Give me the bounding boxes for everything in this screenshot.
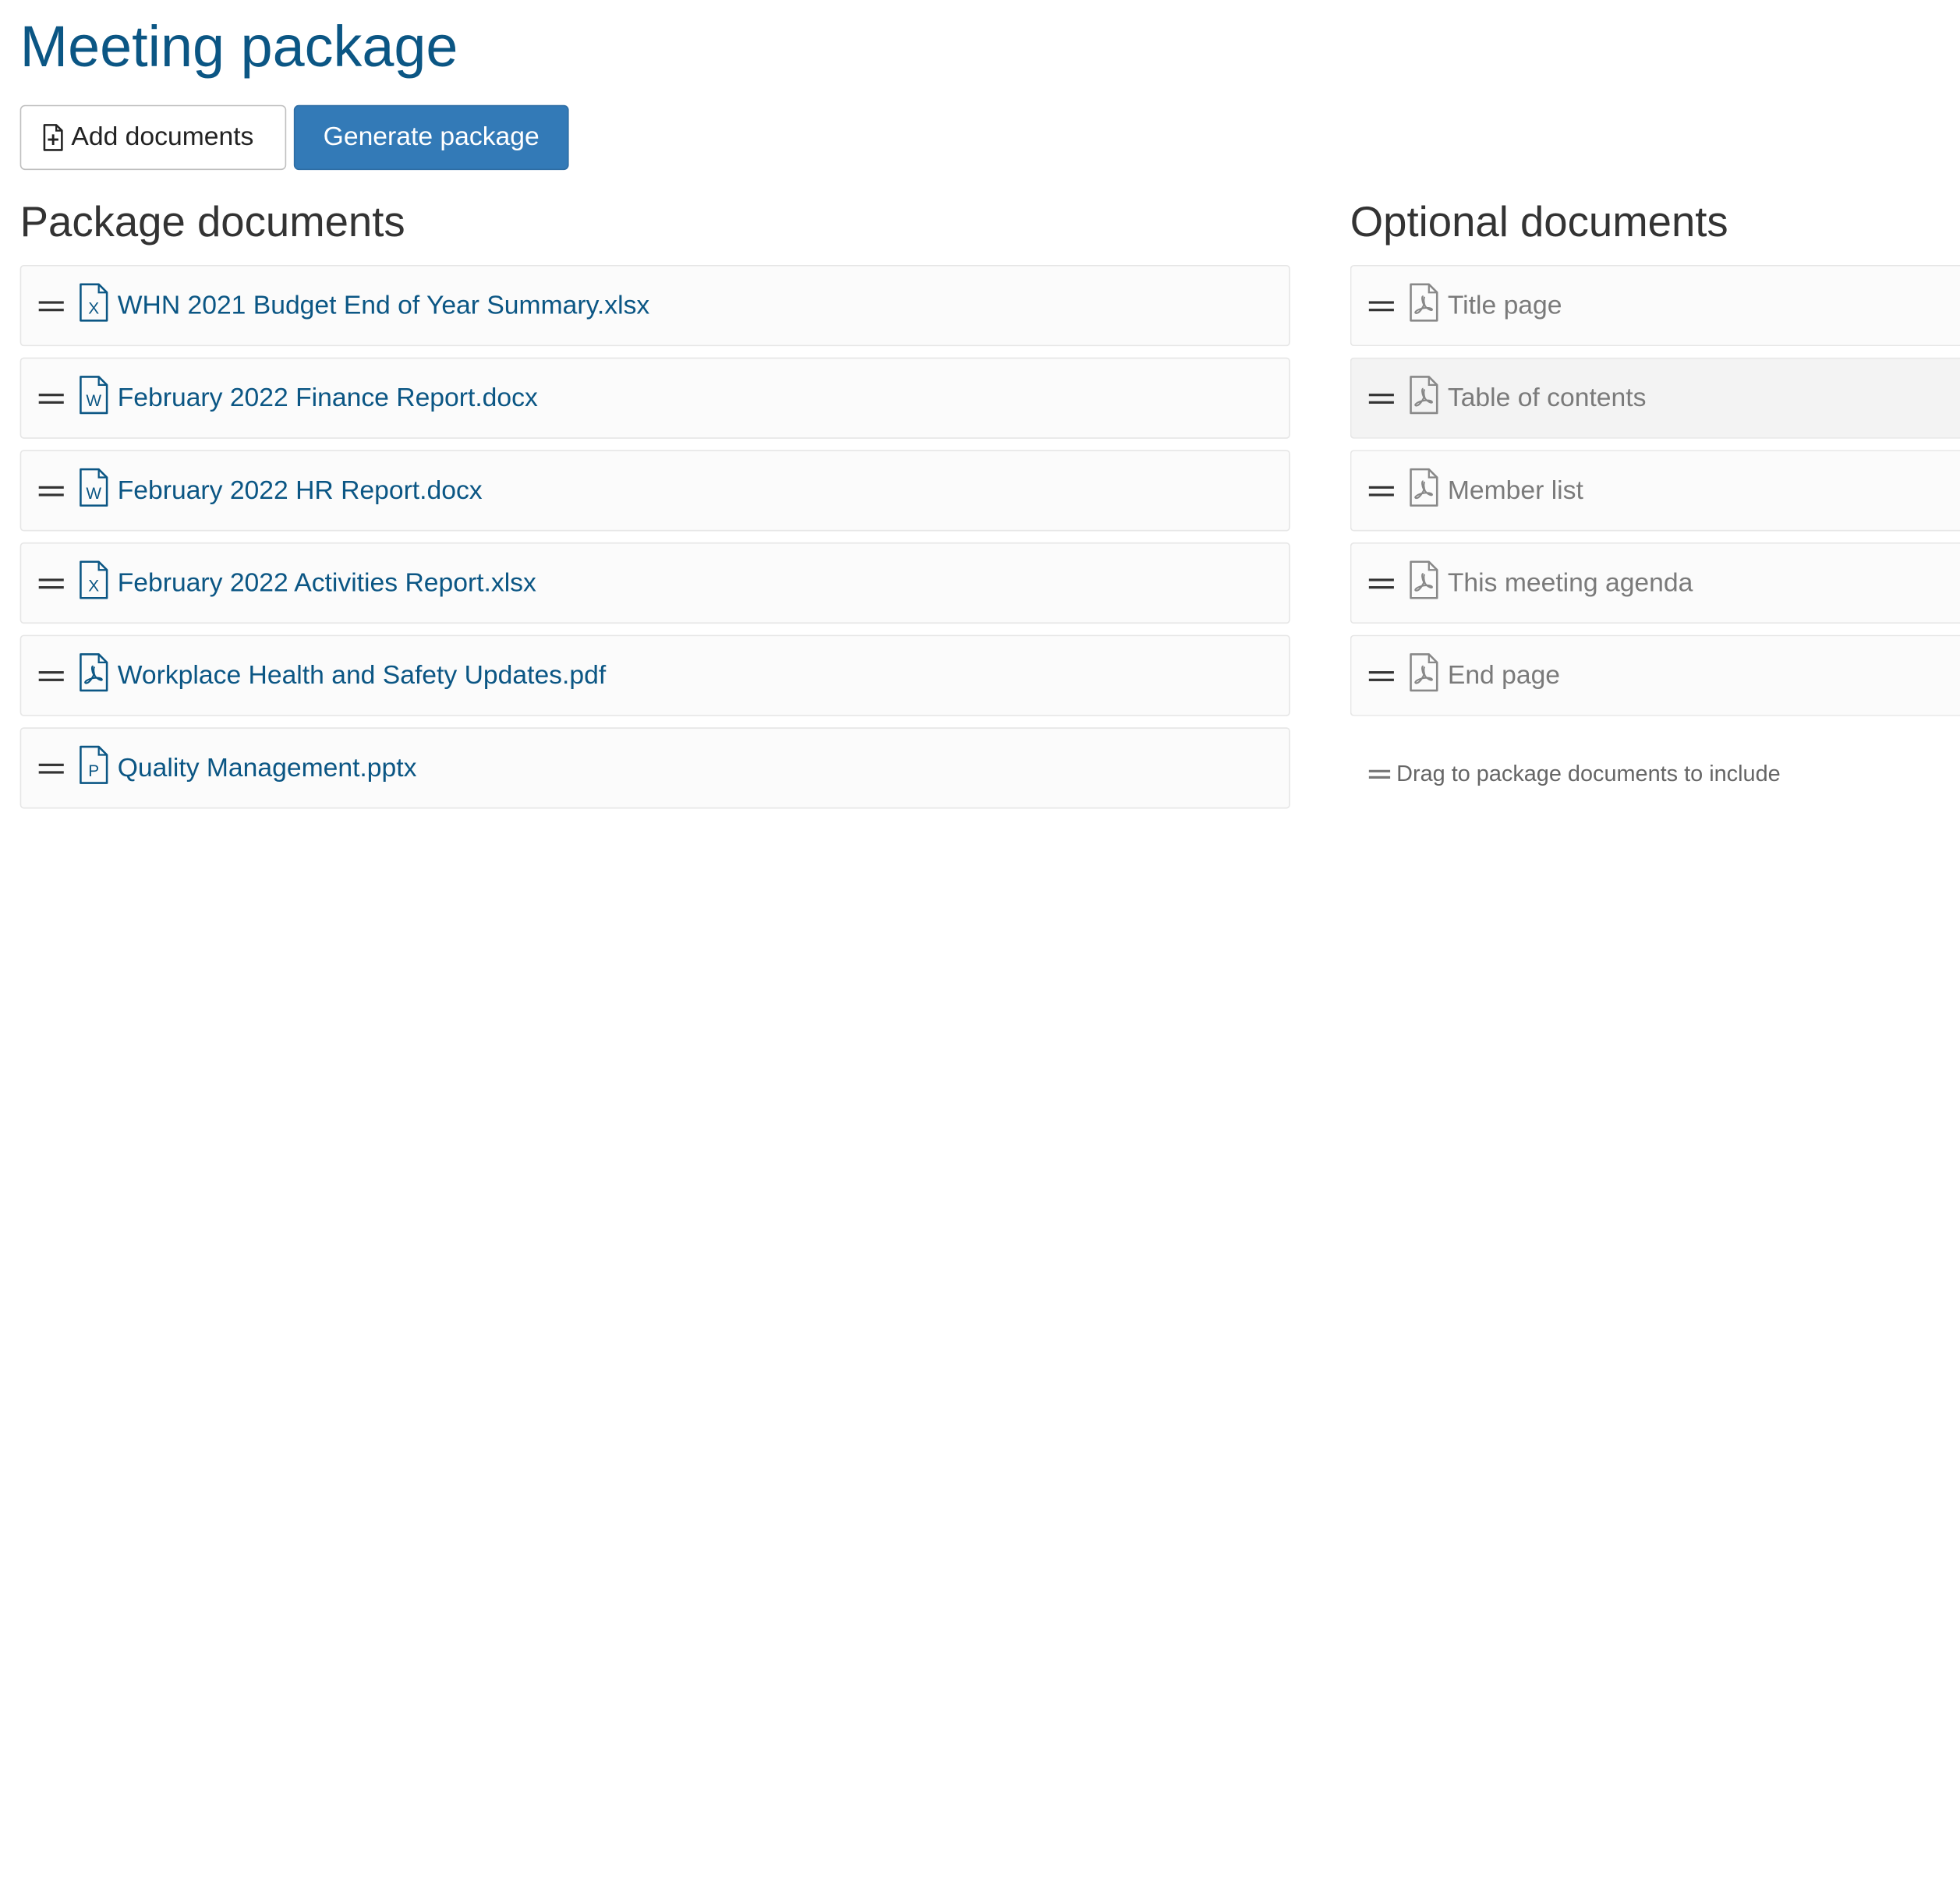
optional-document-item[interactable]: Member list <box>1350 450 1960 532</box>
drag-handle-icon[interactable] <box>38 392 64 405</box>
package-document-item[interactable]: X WHN 2021 Budget End of Year Summary.xl… <box>19 264 1290 347</box>
excel-file-icon: X <box>80 560 108 599</box>
add-documents-button[interactable]: Add documents <box>19 104 287 171</box>
document-name: This meeting agenda <box>1447 567 1693 597</box>
page: Meeting package Add documents Generate p… <box>0 0 1960 1887</box>
drag-handle-icon[interactable] <box>38 670 64 682</box>
excel-file-icon: X <box>80 283 108 322</box>
drag-handle-icon[interactable] <box>1368 299 1394 312</box>
package-document-item[interactable]: X February 2022 Activities Report.xlsx <box>19 542 1290 624</box>
document-name: Member list <box>1447 475 1583 505</box>
word-file-icon: W <box>80 376 108 415</box>
drag-hint-text: Drag to package documents to include <box>1396 761 1781 786</box>
drag-handle-icon[interactable] <box>1368 392 1394 405</box>
powerpoint-file-icon: P <box>80 745 108 784</box>
drag-handle-icon[interactable] <box>1368 670 1394 682</box>
drag-handle-icon[interactable] <box>1368 484 1394 496</box>
generate-package-label: Generate package <box>323 122 540 152</box>
drag-handle-icon[interactable] <box>1368 577 1394 589</box>
pdf-file-icon <box>1410 283 1438 322</box>
drag-handle-icon[interactable] <box>38 299 64 312</box>
optional-document-item[interactable]: This meeting agenda <box>1350 542 1960 624</box>
document-name: Title page <box>1447 290 1562 320</box>
file-plus-icon <box>43 124 63 151</box>
svg-text:X: X <box>88 299 99 317</box>
package-document-item[interactable]: W February 2022 Finance Report.docx <box>19 357 1290 439</box>
document-name-link[interactable]: February 2022 Activities Report.xlsx <box>118 568 536 598</box>
svg-text:W: W <box>86 392 101 410</box>
page-title: Meeting package <box>19 13 458 80</box>
svg-text:P: P <box>88 762 99 780</box>
svg-text:W: W <box>86 485 101 503</box>
document-name-link[interactable]: February 2022 Finance Report.docx <box>118 383 538 412</box>
toolbar: Add documents Generate package <box>19 104 569 171</box>
pdf-file-icon <box>80 653 108 692</box>
page-content: Meeting package Add documents Generate p… <box>0 0 1960 1177</box>
svg-text:X: X <box>88 577 99 595</box>
drag-handle-icon[interactable] <box>38 762 64 774</box>
pdf-file-icon <box>1410 376 1438 415</box>
package-document-item[interactable]: Workplace Health and Safety Updates.pdf <box>19 634 1290 716</box>
pdf-file-icon <box>1410 560 1438 599</box>
drag-handle-icon <box>1368 769 1391 779</box>
package-document-item[interactable]: W February 2022 HR Report.docx <box>19 450 1290 532</box>
optional-document-item[interactable]: Title page <box>1350 264 1960 347</box>
package-documents-heading: Package documents <box>19 198 405 246</box>
add-documents-label: Add documents <box>71 122 254 152</box>
pdf-file-icon <box>1410 653 1438 692</box>
generate-package-button[interactable]: Generate package <box>293 104 569 171</box>
optional-document-item[interactable]: Table of contents <box>1350 357 1960 439</box>
optional-document-item[interactable]: End page <box>1350 634 1960 716</box>
document-name: Table of contents <box>1447 383 1647 412</box>
document-name-link[interactable]: Workplace Health and Safety Updates.pdf <box>118 660 606 690</box>
optional-documents-heading: Optional documents <box>1350 198 1728 246</box>
document-name: End page <box>1447 660 1561 690</box>
package-documents-list: X WHN 2021 Budget End of Year Summary.xl… <box>19 264 1290 820</box>
document-name-link[interactable]: WHN 2021 Budget End of Year Summary.xlsx <box>118 291 650 320</box>
pdf-file-icon <box>1410 468 1438 507</box>
optional-documents-list: Title page Table of contents Member list <box>1350 264 1960 727</box>
drag-handle-icon[interactable] <box>38 577 64 589</box>
document-name-link[interactable]: Quality Management.pptx <box>118 753 417 783</box>
word-file-icon: W <box>80 468 108 507</box>
drag-handle-icon[interactable] <box>38 484 64 496</box>
document-name-link[interactable]: February 2022 HR Report.docx <box>118 475 483 505</box>
package-document-item[interactable]: P Quality Management.pptx <box>19 727 1290 809</box>
drag-hint: Drag to package documents to include <box>1368 761 1781 788</box>
